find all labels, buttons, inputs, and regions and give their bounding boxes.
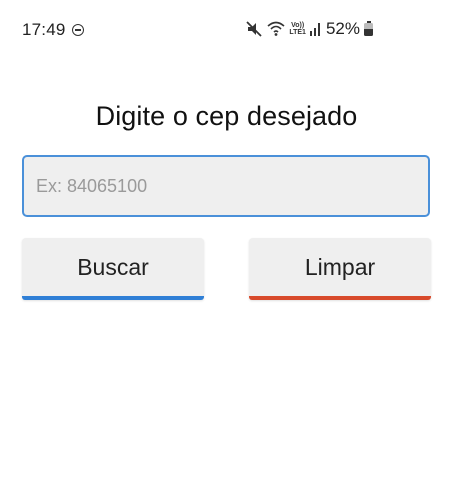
page-title: Digite o cep desejado (95, 101, 358, 131)
mute-icon (246, 21, 262, 37)
search-button[interactable]: Buscar (22, 238, 204, 300)
volte-bottom-text: LTE1 (289, 29, 306, 36)
battery-icon (364, 20, 373, 36)
signal-icon (309, 23, 320, 36)
clear-button[interactable]: Limpar (249, 238, 431, 300)
status-left: 17:49 (22, 20, 84, 40)
wifi-icon (267, 21, 285, 36)
battery-percent: 52% (325, 19, 360, 38)
volte-icon: Vo)) LTE1 (289, 22, 306, 36)
status-right: Vo)) LTE1 52% (245, 19, 373, 39)
status-bar: 17:49 Vo)) LTE1 52% (0, 0, 453, 62)
volte-top-text: Vo)) (291, 22, 305, 29)
do-not-disturb-icon (71, 24, 84, 36)
cep-input[interactable] (22, 155, 430, 217)
status-time: 17:49 (22, 20, 66, 39)
